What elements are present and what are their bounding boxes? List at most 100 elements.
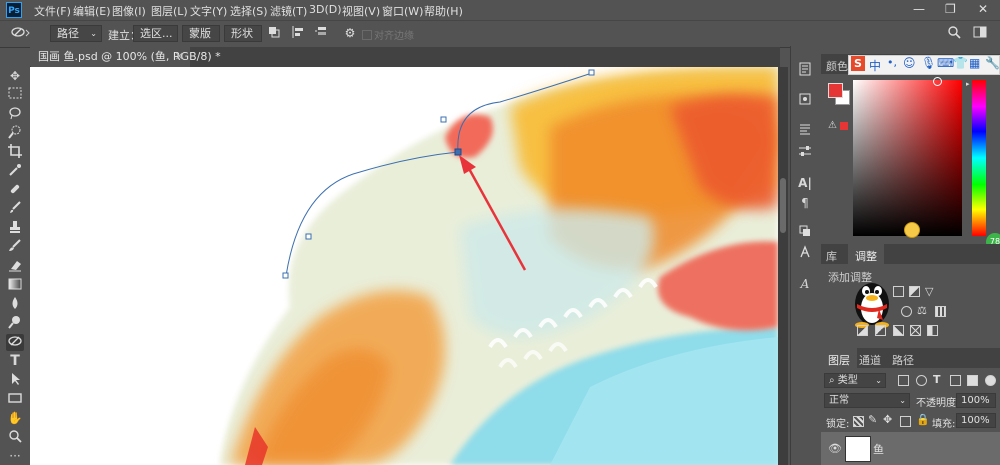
settings-gear-icon[interactable]: ⚙ xyxy=(342,25,358,42)
ime-punctuation-icon[interactable]: •, xyxy=(887,56,897,69)
fill-input[interactable]: 100% xyxy=(956,413,996,428)
history-panel-icon[interactable] xyxy=(796,62,814,80)
make-shape-button[interactable]: 形状 xyxy=(224,25,262,42)
close-button[interactable]: ✕ xyxy=(978,2,988,16)
library-tab[interactable]: 库 xyxy=(826,248,837,264)
menu-help[interactable]: 帮助(H) xyxy=(424,3,463,19)
eyedropper-tool-icon[interactable] xyxy=(6,163,24,180)
search-icon[interactable] xyxy=(946,25,962,42)
lasso-tool-icon[interactable] xyxy=(6,106,24,123)
gradient-tool-icon[interactable] xyxy=(6,277,24,294)
menu-image[interactable]: 图像(I) xyxy=(112,3,146,19)
filter-toggle-icon[interactable] xyxy=(985,375,996,386)
adjustments-sliders-icon[interactable] xyxy=(796,144,814,162)
brightness-contrast-icon[interactable] xyxy=(893,286,904,297)
hand-tool-icon[interactable]: ✋ xyxy=(6,410,24,427)
restore-button[interactable]: ❐ xyxy=(945,2,956,16)
menu-window[interactable]: 窗口(W) xyxy=(382,3,423,19)
scrollbar-thumb[interactable] xyxy=(780,178,786,233)
lock-all-icon[interactable]: 🔒 xyxy=(916,413,930,426)
paragraph-panel-icon[interactable]: ¶ xyxy=(796,194,814,212)
more-tools-icon[interactable]: ··· xyxy=(6,448,24,465)
glyphs-panel-icon[interactable] xyxy=(796,245,814,263)
path-arrangement-icon[interactable] xyxy=(314,25,330,42)
clone-source-icon[interactable] xyxy=(796,224,814,242)
gamut-color-chip[interactable] xyxy=(840,122,848,130)
adjustments-tab[interactable]: 调整 xyxy=(855,248,877,264)
filter-shape-layer-icon[interactable] xyxy=(950,375,961,386)
align-edges-checkbox[interactable] xyxy=(362,30,372,40)
make-mask-button[interactable]: 蒙版 xyxy=(182,25,220,42)
menu-edit[interactable]: 编辑(E) xyxy=(73,3,111,19)
layer-visibility-eye-icon[interactable]: 👁 xyxy=(828,442,842,455)
ime-emoji-icon[interactable]: ☺ xyxy=(903,56,916,70)
zoom-tool-icon[interactable] xyxy=(6,429,24,446)
canvas-vertical-scrollbar[interactable] xyxy=(778,67,788,465)
path-alignment-icon[interactable] xyxy=(290,25,306,42)
pen-tool-icon[interactable] xyxy=(6,334,24,351)
quick-selection-tool-icon[interactable] xyxy=(6,125,24,142)
gradient-map-icon[interactable] xyxy=(927,325,938,336)
vibrance-icon[interactable]: ⚖ xyxy=(917,304,927,317)
threshold-icon[interactable] xyxy=(893,325,904,336)
lock-position-icon[interactable]: ✥ xyxy=(883,413,892,426)
foreground-color-swatch[interactable] xyxy=(828,83,843,98)
history-brush-tool-icon[interactable] xyxy=(6,239,24,256)
exposure-icon[interactable] xyxy=(901,306,912,317)
make-selection-button[interactable]: 选区... xyxy=(133,25,178,42)
lock-image-pixels-icon[interactable]: ✎ xyxy=(868,413,877,426)
out-of-gamut-warning-icon[interactable]: ⚠ xyxy=(828,120,837,131)
lock-artboard-icon[interactable] xyxy=(900,416,911,427)
ime-voice-icon[interactable]: 🎙 xyxy=(921,56,936,70)
ime-settings-icon[interactable]: 🔧 xyxy=(985,56,1000,70)
pen-tool-preset-icon[interactable] xyxy=(10,25,32,42)
color-lookup-icon[interactable] xyxy=(935,306,946,317)
paragraph-style-icon[interactable] xyxy=(796,122,814,140)
ime-skin-icon[interactable]: 👕 xyxy=(953,56,968,70)
color-picker-field[interactable] xyxy=(853,80,962,236)
hue-slider[interactable] xyxy=(972,80,986,236)
brush-tool-icon[interactable] xyxy=(6,201,24,218)
hue-slider-marker[interactable]: ▸ xyxy=(966,80,970,88)
blend-mode-select[interactable]: 正常 ⌄ xyxy=(824,393,910,408)
layer-filter-kind-select[interactable]: ⌕ 类型 ⌄ xyxy=(824,373,886,388)
menu-3d[interactable]: 3D(D) xyxy=(309,3,342,16)
blur-tool-icon[interactable] xyxy=(6,296,24,313)
ime-keyboard-icon[interactable]: ⌨ xyxy=(937,56,954,70)
character-panel-icon[interactable]: A| xyxy=(796,174,814,192)
layer-name[interactable]: 鱼 xyxy=(873,441,884,457)
channels-tab[interactable]: 通道 xyxy=(859,352,881,368)
color-picker-cursor[interactable] xyxy=(933,77,942,86)
menu-layer[interactable]: 图层(L) xyxy=(151,3,188,19)
paths-tab[interactable]: 路径 xyxy=(892,352,914,368)
path-operations-icon[interactable] xyxy=(266,25,282,42)
document-tab[interactable]: 国画 鱼.psd @ 100% (鱼, RGB/8) * ✕ xyxy=(30,47,221,67)
menu-filter[interactable]: 滤镜(T) xyxy=(270,3,307,19)
clone-stamp-tool-icon[interactable] xyxy=(6,220,24,237)
menu-select[interactable]: 选择(S) xyxy=(230,3,268,19)
rectangle-tool-icon[interactable] xyxy=(6,391,24,408)
filter-smart-object-icon[interactable] xyxy=(967,375,978,386)
eraser-tool-icon[interactable] xyxy=(6,258,24,275)
invert-icon[interactable] xyxy=(857,325,868,336)
menu-type[interactable]: 文字(Y) xyxy=(190,3,227,19)
opacity-input[interactable]: 100% xyxy=(956,393,996,408)
type-tool-icon[interactable]: T xyxy=(6,353,24,370)
filter-pixel-layer-icon[interactable] xyxy=(898,375,909,386)
curves-icon[interactable]: ▽ xyxy=(925,285,933,298)
menu-view[interactable]: 视图(V) xyxy=(342,3,380,19)
close-tab-icon[interactable]: ✕ xyxy=(175,47,184,67)
posterize-icon[interactable] xyxy=(875,325,886,336)
lock-transparent-pixels-icon[interactable] xyxy=(853,416,864,427)
selective-color-icon[interactable] xyxy=(910,325,921,336)
move-tool-icon[interactable]: ✥ xyxy=(6,68,24,85)
menu-file[interactable]: 文件(F) xyxy=(34,3,71,19)
dodge-tool-icon[interactable] xyxy=(6,315,24,332)
layers-tab[interactable]: 图层 xyxy=(828,352,850,368)
glyph-style-icon[interactable]: A xyxy=(796,275,814,293)
filter-adjustment-layer-icon[interactable] xyxy=(916,375,927,386)
healing-brush-tool-icon[interactable] xyxy=(6,182,24,199)
path-selection-tool-icon[interactable] xyxy=(6,372,24,389)
crop-tool-icon[interactable] xyxy=(6,144,24,161)
ime-toolbox-icon[interactable]: ▦ xyxy=(969,56,980,70)
